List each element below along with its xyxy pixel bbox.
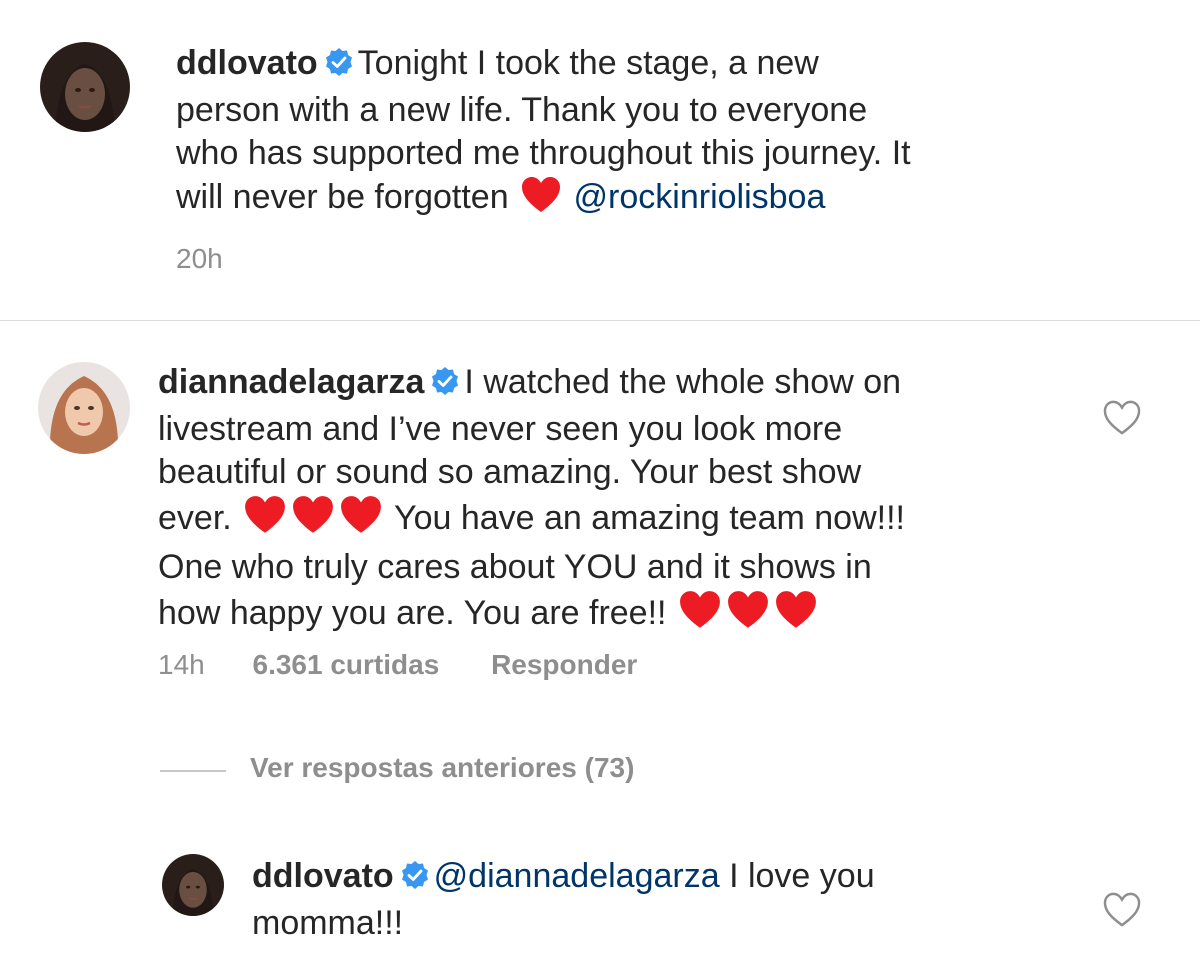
red-heart-icon — [520, 176, 562, 226]
reply-like-heart-icon[interactable] — [1102, 892, 1142, 933]
profile-photo-icon — [38, 362, 130, 454]
comment-body: diannadelagarza I watched the whole show … — [158, 361, 1058, 641]
comment-text-line2: livestream and I’ve never seen you look … — [158, 409, 843, 448]
reply-text-line1: I love you — [729, 857, 875, 895]
comment-timestamp[interactable]: 14h — [158, 649, 205, 680]
comment-username[interactable]: diannadelagarza — [158, 363, 424, 401]
red-heart-icon — [678, 590, 722, 642]
red-heart-icon — [291, 495, 335, 547]
post-text-line2: person with a new life. Thank you to eve… — [176, 90, 868, 129]
comment-text-line4b: You have an amazing team now!!! — [394, 498, 905, 537]
reply-mention-link[interactable]: @diannadelagarza — [434, 857, 720, 895]
comment-text-line4a: ever. — [158, 498, 232, 537]
comment-text-line6: how happy you are. You are free!! — [158, 593, 667, 632]
comment-text-line3: beautiful or sound so amazing. Your best… — [158, 453, 862, 491]
comment-like-heart-icon[interactable] — [1102, 400, 1142, 441]
profile-photo-icon — [162, 854, 224, 916]
comment-text-line5: One who truly cares about YOU and it sho… — [158, 548, 872, 586]
post-text-line3: who has supported me throughout this jou… — [176, 134, 911, 172]
post-caption: ddlovato Tonight I took the stage, a new … — [176, 42, 1076, 225]
post-text-line1: Tonight I took the stage, a new — [357, 44, 819, 82]
post-meta: 20h — [176, 242, 223, 276]
post-mention-link[interactable]: @rockinriolisboa — [574, 178, 826, 216]
verified-badge-icon — [324, 45, 354, 89]
comment-avatar[interactable] — [38, 362, 130, 454]
comment-text-line1: I watched the whole show on — [464, 363, 902, 401]
red-heart-icon — [726, 590, 770, 642]
post-avatar[interactable] — [40, 42, 130, 132]
post-timestamp[interactable]: 20h — [176, 243, 223, 274]
reply-username[interactable]: ddlovato — [252, 857, 394, 895]
view-replies-divider — [160, 770, 226, 772]
red-heart-icon — [339, 495, 383, 547]
post-text-line4: will never be forgotten — [176, 177, 509, 216]
comment-meta: 14h 6.361 curtidas Responder — [158, 648, 637, 682]
view-previous-replies-button[interactable]: Ver respostas anteriores (73) — [250, 752, 634, 784]
profile-photo-icon — [40, 42, 130, 132]
divider — [0, 320, 1200, 321]
reply-button[interactable]: Responder — [491, 649, 637, 680]
red-heart-icon — [243, 495, 287, 547]
reply-text-line2: momma!!! — [252, 903, 404, 942]
verified-badge-icon — [430, 364, 460, 408]
comment-likes-count[interactable]: 6.361 curtidas — [253, 649, 440, 680]
post-username[interactable]: ddlovato — [176, 44, 318, 82]
reply-body: ddlovato @diannadelagarza I love you momm… — [252, 855, 1052, 945]
reply-avatar[interactable] — [162, 854, 224, 916]
red-heart-icon — [774, 590, 818, 642]
verified-badge-icon — [400, 858, 430, 902]
